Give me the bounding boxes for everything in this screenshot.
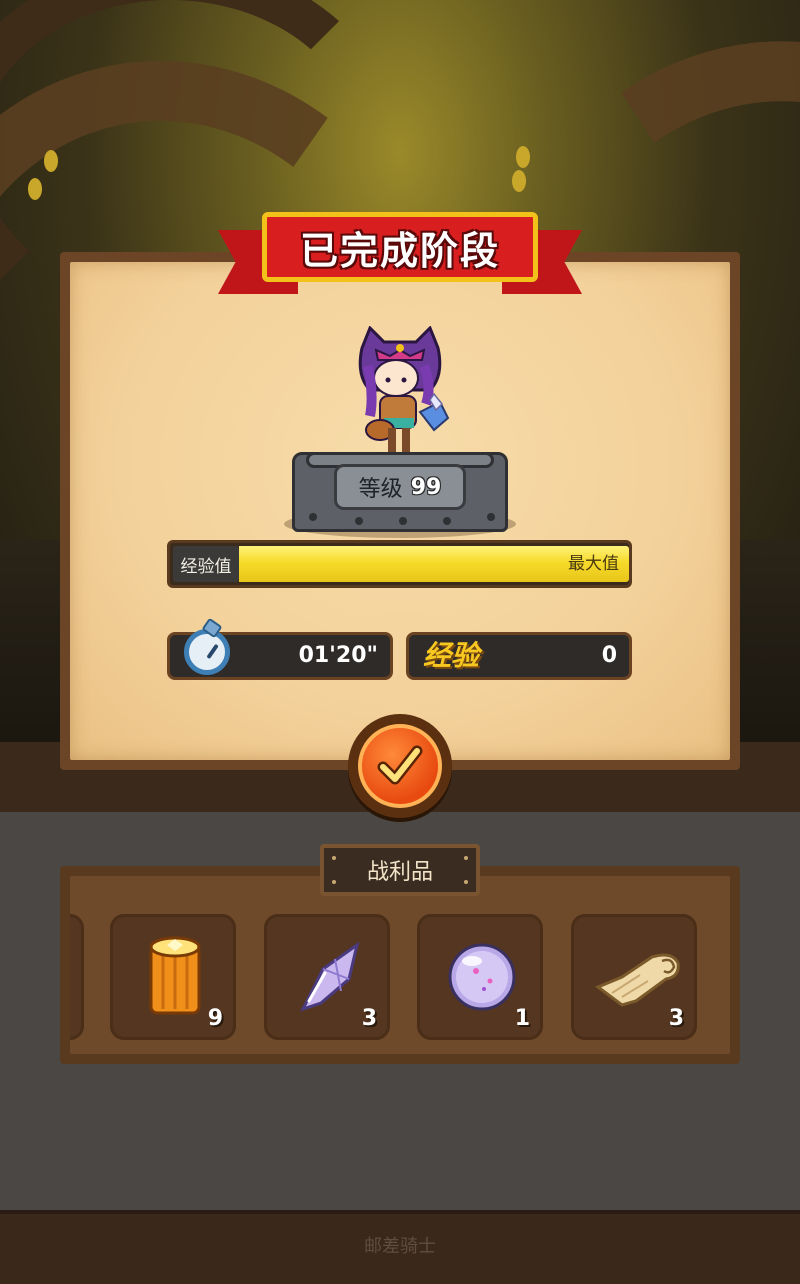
experience-bar-label: 经验值 [173,546,239,582]
level-value: 99 [410,474,442,500]
loot-slot-gold-log[interactable]: 9 [110,914,236,1040]
stage-complete-title: 已完成阶段 [299,228,500,273]
title-ribbon: 已完成阶段 [262,212,538,282]
loot-title-plate: 战利品 [320,844,480,896]
hero-character-icon [358,326,450,452]
loot-slot-orb[interactable]: 1 [417,914,543,1040]
stopwatch-icon [184,629,230,675]
level-plate: 等级 99 [334,464,466,510]
loot-count: 3 [361,1006,377,1031]
loot-count: 9 [207,1006,223,1031]
level-label: 等级 [358,477,403,502]
magic-orb-icon [448,943,516,1011]
crystal-shard-icon [300,941,360,1012]
gold-log-icon [149,936,201,1015]
exp-tag: 经验 [423,639,480,672]
loot-slot-crystal[interactable]: 3 [264,914,390,1040]
clear-time-box: 01'20" [167,617,393,680]
loot-slot-scroll[interactable]: 3 [571,914,697,1040]
clear-time-value: 01'20" [298,643,378,668]
experience-bar: 经验值 最大值 [167,540,632,588]
confirm-button[interactable] [358,724,442,808]
experience-max-label: 最大值 [568,554,619,574]
game-title-footer: 邮差骑士 [364,1236,436,1257]
checkmark-icon [377,745,423,785]
exp-gained-box: 经验 0 [406,632,632,680]
exp-gained-value: 0 [601,643,617,668]
loot-count: 1 [514,1006,530,1031]
loot-title: 战利品 [366,860,433,885]
scroll-icon [595,953,680,1007]
loot-count: 3 [668,1006,684,1031]
